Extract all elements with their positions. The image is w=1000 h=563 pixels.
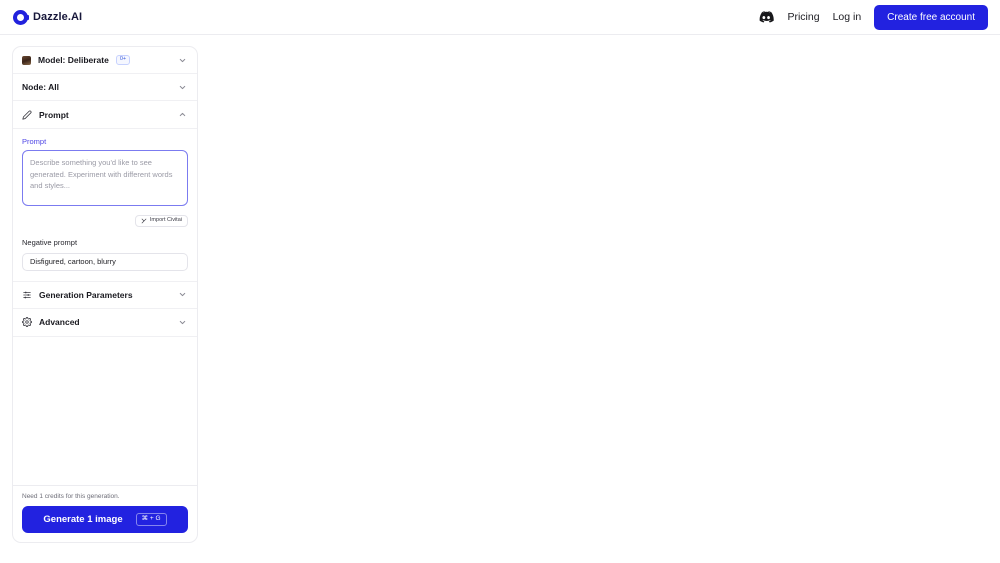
chevron-down-icon (179, 320, 186, 324)
create-free-account-button[interactable]: Create free account (874, 4, 988, 30)
generation-settings-panel: Model: Deliberate 0+ Node: All Prompt Pr… (12, 46, 198, 543)
generate-shortcut-badge: ⌘ + G (135, 513, 167, 526)
model-selector-row[interactable]: Model: Deliberate 0+ (13, 47, 197, 74)
generate-image-label: Generate 1 image (43, 514, 123, 525)
dazzle-logo-icon (13, 9, 29, 25)
nav-pricing-link[interactable]: Pricing (787, 11, 819, 23)
generation-parameters-row[interactable]: Generation Parameters (13, 280, 197, 309)
gear-icon (22, 317, 32, 327)
credits-note: Need 1 credits for this generation. (22, 493, 120, 500)
prompt-section-body: Prompt Import Civitai (13, 129, 197, 236)
chevron-down-icon (179, 85, 186, 89)
discord-icon[interactable] (757, 9, 775, 26)
panel-scroll-area: Model: Deliberate 0+ Node: All Prompt Pr… (13, 47, 197, 485)
prompt-field-label: Prompt (22, 137, 47, 146)
generation-parameters-label: Generation Parameters (39, 289, 133, 300)
sliders-icon (23, 291, 31, 298)
prompt-section-label: Prompt (39, 109, 69, 120)
advanced-row[interactable]: Advanced (13, 309, 197, 337)
negative-prompt-input[interactable] (22, 252, 188, 271)
image-canvas-area[interactable] (198, 35, 1000, 563)
panel-footer: Need 1 credits for this generation. Gene… (13, 485, 197, 542)
negative-prompt-group: Negative prompt (13, 236, 197, 281)
app-body: Model: Deliberate 0+ Node: All Prompt Pr… (0, 35, 1000, 563)
advanced-label: Advanced (39, 317, 80, 327)
app-header: Dazzle.AI Pricing Log in Create free acc… (0, 0, 1000, 35)
import-row: Import Civitai (22, 215, 188, 227)
brand-name: Dazzle.AI (33, 11, 83, 23)
model-status-badge: 0+ (115, 55, 131, 65)
header-nav: Pricing Log in Create free account (757, 4, 988, 30)
import-civitai-button[interactable]: Import Civitai (134, 215, 188, 227)
prompt-section-header[interactable]: Prompt (13, 101, 197, 129)
chevron-down-icon (179, 58, 186, 62)
generate-image-button[interactable]: Generate 1 image ⌘ + G (22, 506, 188, 533)
import-icon (141, 218, 147, 224)
negative-prompt-label: Negative prompt (22, 238, 78, 247)
prompt-input[interactable] (22, 150, 188, 206)
chevron-up-icon (179, 112, 186, 117)
node-selector-label: Node: All (22, 82, 59, 92)
model-selector-label: Model: Deliberate (38, 55, 109, 65)
pencil-icon (22, 110, 32, 120)
brand-logo[interactable]: Dazzle.AI (13, 9, 83, 25)
import-civitai-label: Import Civitai (149, 217, 182, 224)
model-thumbnail-icon (22, 55, 31, 65)
nav-login-link[interactable]: Log in (833, 11, 862, 23)
chevron-down-icon (179, 292, 186, 297)
node-selector-row[interactable]: Node: All (13, 74, 197, 101)
